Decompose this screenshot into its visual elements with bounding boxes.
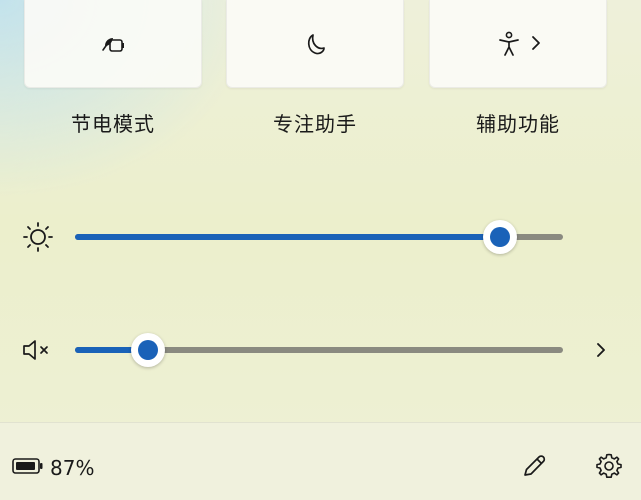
battery-saver-label: 节电模式 xyxy=(71,112,155,136)
focus-assist-label: 专注助手 xyxy=(273,112,357,136)
footer-bar: 87% xyxy=(0,422,641,500)
accessibility-label: 辅助功能 xyxy=(476,112,560,136)
battery-icon[interactable] xyxy=(12,457,44,475)
accessibility-tile[interactable] xyxy=(429,0,607,88)
brightness-row xyxy=(0,217,641,257)
pencil-icon[interactable] xyxy=(519,451,549,481)
focus-assist-tile[interactable] xyxy=(226,0,404,88)
moon-icon xyxy=(307,33,325,54)
chevron-right-icon xyxy=(532,36,540,50)
battery-percentage[interactable]: 87% xyxy=(50,456,94,480)
battery-saver-icon xyxy=(102,37,124,52)
speaker-muted-icon[interactable] xyxy=(20,334,56,366)
battery-saver-tile[interactable] xyxy=(24,0,202,88)
volume-thumb[interactable] xyxy=(131,333,166,367)
sun-icon xyxy=(23,222,53,252)
gear-icon[interactable] xyxy=(594,451,624,481)
chevron-right-icon[interactable] xyxy=(592,340,610,360)
brightness-thumb[interactable] xyxy=(482,220,517,254)
accessibility-icon xyxy=(499,31,519,56)
quick-settings-panel: 节电模式 专注助手 辅助功能 87% xyxy=(0,0,641,500)
volume-row xyxy=(0,330,641,370)
brightness-fill xyxy=(75,234,500,240)
